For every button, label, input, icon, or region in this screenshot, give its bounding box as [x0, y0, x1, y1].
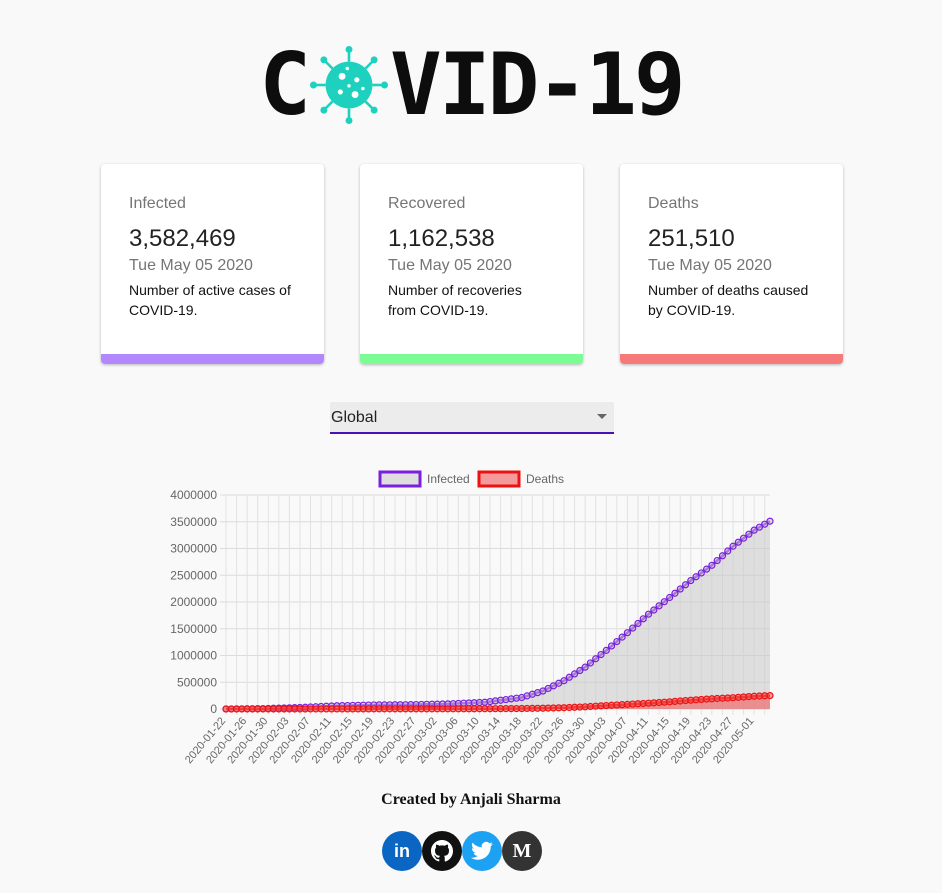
card-description: Number of deaths caused by COVID-19.: [648, 282, 809, 318]
y-tick-label: 1500000: [170, 622, 217, 636]
twitter-icon[interactable]: [462, 831, 502, 871]
data-point-infected: [623, 629, 631, 637]
data-point-infected: [734, 538, 742, 546]
data-point-deaths: [766, 691, 774, 700]
y-axis-labels: 4000000 3500000 3000000 2500000 2000000 15000…: [170, 488, 217, 716]
title-left: C: [259, 35, 311, 135]
cases-chart: 4000000 3500000 3000000 2500000 2000000 15000…: [170, 470, 774, 766]
legend-item-deaths[interactable]: Deaths: [477, 470, 564, 488]
card-color-bar: [620, 354, 843, 364]
data-point-infected: [745, 530, 753, 538]
deaths-card: Deaths 251,510 Tue May 05 2020 Number of…: [620, 164, 843, 364]
y-tick-label: 3500000: [170, 515, 217, 529]
card-description: Number of active cases of COVID-19.: [129, 282, 291, 318]
author-credit: Created by Anjali Sharma: [381, 791, 561, 808]
chevron-down-icon: [597, 414, 607, 419]
virus-icon: [310, 46, 389, 124]
country-select-value: Global: [331, 409, 378, 426]
data-point-infected: [766, 517, 774, 525]
data-point-infected: [692, 573, 700, 581]
data-point-infected: [597, 650, 605, 659]
card-description: Number of recoveries from COVID-19.: [388, 282, 522, 318]
y-tick-label: 500000: [177, 675, 217, 689]
github-icon[interactable]: [422, 831, 462, 871]
data-point-infected: [655, 602, 663, 610]
legend-label: Deaths: [526, 472, 564, 486]
infected-card: Infected 3,582,469 Tue May 05 2020 Numbe…: [101, 164, 324, 364]
series-area-infected: [226, 521, 770, 709]
data-point-infected: [629, 624, 637, 632]
card-color-bar: [360, 354, 583, 364]
data-point-infected: [650, 606, 658, 614]
data-point-infected: [607, 642, 616, 650]
data-point-infected: [634, 619, 642, 628]
data-point-infected: [676, 585, 684, 593]
card-value: 3,582,469: [129, 225, 236, 252]
data-point-infected: [660, 598, 668, 606]
data-point-infected: [724, 547, 732, 555]
data-point-infected: [613, 637, 621, 646]
recovered-card: Recovered 1,162,538 Tue May 05 2020 Numb…: [360, 164, 583, 364]
y-tick-label: 0: [210, 702, 217, 716]
chart-areas: [226, 521, 770, 709]
card-label: Recovered: [388, 195, 466, 212]
data-point-infected: [697, 569, 705, 577]
data-point-infected: [671, 589, 679, 597]
data-point-infected: [586, 659, 595, 667]
card-date: Tue May 05 2020: [388, 257, 512, 274]
data-point-infected: [681, 581, 690, 589]
data-point-infected: [639, 615, 647, 623]
legend-item-infected[interactable]: Infected: [378, 470, 470, 488]
y-tick-label: 4000000: [170, 488, 217, 502]
social-links: in M: [382, 831, 542, 871]
legend-swatch: [477, 470, 521, 488]
chart-legend[interactable]: Infected Deaths: [378, 470, 564, 488]
legend-label: Infected: [427, 472, 470, 486]
card-label: Infected: [129, 195, 186, 212]
legend-swatch: [378, 470, 422, 488]
card-label: Deaths: [648, 195, 699, 212]
data-point-infected: [687, 576, 695, 585]
data-point-infected: [666, 593, 674, 602]
card-date: Tue May 05 2020: [648, 257, 772, 274]
card-color-bar: [101, 354, 324, 364]
title-right: VID-19: [390, 35, 686, 135]
data-point-infected: [718, 552, 727, 560]
data-point-infected: [708, 561, 716, 569]
y-tick-label: 2500000: [170, 568, 217, 582]
card-value: 251,510: [648, 225, 735, 252]
data-point-infected: [581, 663, 589, 671]
app-logo: C VID-19: [0, 40, 942, 130]
data-point-infected: [602, 646, 610, 654]
y-tick-label: 1000000: [170, 649, 217, 663]
linkedin-icon[interactable]: in: [382, 831, 422, 871]
x-axis-labels: 2020-01-222020-01-262020-01-302020-02-03…: [183, 715, 757, 766]
data-point-infected: [713, 556, 721, 565]
y-tick-label: 3000000: [170, 542, 217, 556]
data-point-infected: [618, 633, 626, 641]
data-point-infected: [703, 565, 711, 573]
card-value: 1,162,538: [388, 225, 495, 252]
card-date: Tue May 05 2020: [129, 257, 253, 274]
data-point-infected: [592, 655, 600, 663]
data-point-infected: [739, 534, 748, 542]
y-tick-label: 2000000: [170, 595, 217, 609]
country-select[interactable]: Global: [330, 402, 614, 434]
stats-cards: Infected 3,582,469 Tue May 05 2020 Numbe…: [101, 164, 843, 364]
medium-icon[interactable]: M: [502, 831, 542, 871]
data-point-infected: [644, 610, 653, 618]
app-title: C VID-19: [259, 35, 686, 135]
data-point-infected: [729, 542, 737, 550]
